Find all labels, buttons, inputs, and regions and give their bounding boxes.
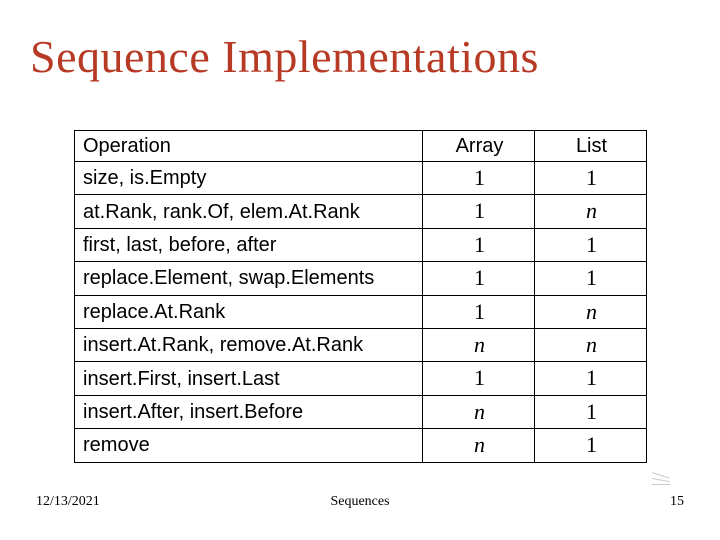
table-row: insert.After, insert.Beforen1 [75,395,647,428]
complexity-table: Operation Array List size, is.Empty11at.… [74,130,646,463]
operation-cell: remove [75,429,423,462]
header-operation: Operation [75,131,423,162]
operation-cell: at.Rank, rank.Of, elem.At.Rank [75,195,423,228]
list-cell: n [535,328,647,361]
operation-cell: replace.Element, swap.Elements [75,262,423,295]
footer-center: Sequences [330,494,389,510]
array-cell: 1 [423,162,535,195]
array-cell: n [423,395,535,428]
array-cell: 1 [423,228,535,261]
decorative-corner-mark [650,466,682,492]
header-array: Array [423,131,535,162]
list-cell: 1 [535,362,647,395]
array-cell: 1 [423,295,535,328]
table-row: insert.At.Rank, remove.At.Ranknn [75,328,647,361]
array-cell: 1 [423,362,535,395]
list-cell: 1 [535,162,647,195]
table-header-row: Operation Array List [75,131,647,162]
list-cell: 1 [535,228,647,261]
list-cell: 1 [535,395,647,428]
operation-cell: first, last, before, after [75,228,423,261]
operation-cell: insert.At.Rank, remove.At.Rank [75,328,423,361]
operation-cell: replace.At.Rank [75,295,423,328]
table-row: size, is.Empty11 [75,162,647,195]
footer-page-number: 15 [670,494,684,510]
page-title: Sequence Implementations [30,30,539,83]
list-cell: 1 [535,262,647,295]
list-cell: 1 [535,429,647,462]
table-row: removen1 [75,429,647,462]
array-cell: 1 [423,195,535,228]
list-cell: n [535,295,647,328]
table-row: replace.Element, swap.Elements11 [75,262,647,295]
footer-date: 12/13/2021 [36,494,100,510]
slide: Sequence Implementations Operation Array… [0,0,720,540]
table-row: at.Rank, rank.Of, elem.At.Rank1n [75,195,647,228]
table-row: replace.At.Rank1n [75,295,647,328]
operation-cell: size, is.Empty [75,162,423,195]
table-row: first, last, before, after11 [75,228,647,261]
array-cell: n [423,429,535,462]
array-cell: 1 [423,262,535,295]
array-cell: n [423,328,535,361]
operation-cell: insert.First, insert.Last [75,362,423,395]
list-cell: n [535,195,647,228]
table-row: insert.First, insert.Last11 [75,362,647,395]
header-list: List [535,131,647,162]
operation-cell: insert.After, insert.Before [75,395,423,428]
